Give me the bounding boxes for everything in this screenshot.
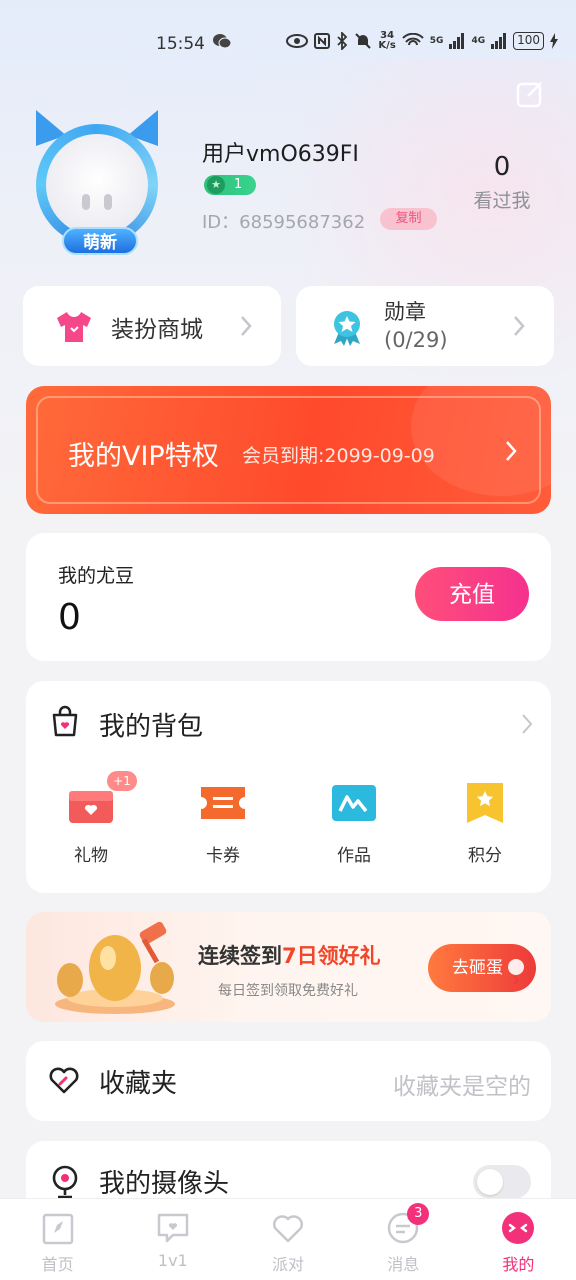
- avatar-eye: [104, 194, 112, 210]
- smash-egg-button[interactable]: 去砸蛋: [428, 944, 536, 992]
- backpack-item-coupon[interactable]: 卡券: [178, 781, 268, 866]
- favorites-empty-text: 收藏夹是空的: [393, 1074, 531, 1100]
- signin-subtitle: 每日签到领取免费好礼: [218, 983, 358, 999]
- me-face-icon: [500, 1211, 536, 1245]
- wifi-icon: [402, 33, 424, 46]
- recharge-button[interactable]: 充值: [415, 567, 529, 621]
- chat-heart-icon: [155, 1211, 191, 1245]
- backpack-item-points[interactable]: 积分: [440, 781, 530, 866]
- tab-label: 派对: [272, 1255, 305, 1274]
- chevron-right-icon: [241, 316, 252, 336]
- backpack-item-label: 积分: [468, 846, 502, 866]
- bottom-tab-bar: 首页 1v1 派对 3 消息 我的: [0, 1198, 576, 1280]
- camera-icon: [52, 1165, 78, 1199]
- gift-count-badge: +1: [107, 771, 137, 791]
- tab-home[interactable]: 首页: [0, 1199, 115, 1280]
- tab-party[interactable]: 派对: [230, 1199, 345, 1280]
- camera-title: 我的摄像头: [99, 1169, 230, 1199]
- tab-1v1[interactable]: 1v1: [115, 1199, 230, 1280]
- favorites-row[interactable]: 收藏夹 收藏夹是空的: [26, 1041, 551, 1121]
- medal-progress: (0/29): [384, 328, 448, 352]
- tab-label: 1v1: [157, 1251, 188, 1270]
- visitors-label: 看过我: [473, 190, 531, 212]
- message-bubble-icon: 3: [385, 1203, 430, 1245]
- medal-icon: [334, 311, 360, 346]
- edit-profile-icon[interactable]: [516, 80, 544, 108]
- battery-indicator: 100: [513, 32, 544, 50]
- username: 用户vmO639FI: [202, 142, 359, 167]
- heart-icon: [49, 1067, 79, 1094]
- status-icons: 34 K/s 5G 4G 100: [286, 31, 558, 51]
- tab-label: 首页: [41, 1255, 74, 1274]
- coins-card: 我的尤豆 0 充值: [26, 533, 551, 661]
- unread-badge: 3: [407, 1203, 430, 1225]
- level-star-icon: ★: [207, 176, 225, 194]
- level-badge: ★ 1: [204, 175, 256, 195]
- signal-bars-icon: [449, 33, 465, 49]
- bluetooth-icon: [337, 32, 348, 50]
- signal-bars-icon: [491, 33, 507, 49]
- copy-id-button[interactable]: 复制: [380, 208, 437, 230]
- signin-title: 连续签到7日领好礼: [198, 944, 381, 968]
- backpack-item-label: 卡券: [206, 846, 240, 866]
- vip-title: 我的VIP特权: [68, 441, 219, 472]
- avatar-newbie-badge: 萌新: [62, 227, 138, 255]
- medal-card[interactable]: 勋章 (0/29): [296, 286, 554, 366]
- user-id: ID：68595687362: [202, 212, 366, 233]
- vip-expire-date: 会员到期:2099-09-09: [242, 445, 435, 467]
- coins-balance: 0: [58, 597, 81, 638]
- camera-toggle[interactable]: [473, 1165, 531, 1199]
- avatar-eye: [82, 194, 90, 210]
- eye-icon: [286, 34, 309, 48]
- charging-icon: [550, 33, 558, 49]
- home-compass-icon: [40, 1211, 76, 1245]
- backpack-item-label: 礼物: [74, 846, 108, 866]
- mute-bell-icon: [355, 33, 372, 49]
- works-icon: [330, 781, 378, 825]
- status-time: 15:54: [156, 34, 205, 54]
- gift-icon: +1: [67, 771, 137, 825]
- favorites-title: 收藏夹: [99, 1069, 178, 1099]
- backpack-card: 我的背包 +1 礼物 卡券 作品 积分: [26, 681, 551, 893]
- avatar[interactable]: 萌新: [32, 110, 162, 260]
- net-speed: 34 K/s: [378, 30, 396, 51]
- vip-privilege-banner[interactable]: 我的VIP特权 会员到期:2099-09-09: [26, 386, 551, 514]
- backpack-item-works[interactable]: 作品: [309, 781, 399, 866]
- nfc-icon: [314, 33, 331, 49]
- toggle-knob: [477, 1169, 503, 1195]
- medal-text: 勋章 (0/29): [384, 298, 448, 354]
- status-bar: 15:54 34 K/s 5G 4G 100: [0, 28, 576, 58]
- backpack-item-gift[interactable]: +1 礼物: [46, 771, 137, 866]
- tab-me[interactable]: 我的: [461, 1199, 576, 1280]
- visitors-count: 0: [493, 152, 511, 182]
- signal-5g: 5G: [429, 36, 444, 46]
- golden-egg-illustration: [55, 921, 175, 1014]
- coins-label: 我的尤豆: [58, 565, 135, 587]
- backpack-title: 我的背包: [99, 712, 204, 742]
- dressup-shop-card[interactable]: 装扮商城: [23, 286, 281, 366]
- coupon-icon: [199, 781, 247, 825]
- chevron-right-icon[interactable]: [521, 713, 533, 735]
- chevron-right-icon: [508, 959, 524, 985]
- avatar-image: [46, 134, 148, 236]
- dressup-shop-label: 装扮商城: [111, 317, 203, 343]
- chevron-right-icon: [506, 441, 517, 461]
- daily-signin-banner[interactable]: 连续签到7日领好礼 每日签到领取免费好礼 去砸蛋: [26, 912, 551, 1022]
- chevron-right-icon: [514, 316, 525, 336]
- signal-4g: 4G: [471, 36, 486, 46]
- tab-label: 消息: [387, 1255, 420, 1274]
- tab-label: 我的: [502, 1255, 535, 1274]
- backpack-item-label: 作品: [337, 846, 371, 866]
- visitors-stat[interactable]: 0 看过我: [462, 152, 542, 213]
- shopping-bag-icon: [52, 705, 78, 737]
- wechat-icon: [213, 34, 232, 49]
- heart-outline-icon: [270, 1211, 306, 1245]
- tab-messages[interactable]: 3 消息: [346, 1199, 461, 1280]
- tshirt-icon: [57, 312, 91, 342]
- points-icon: [461, 781, 509, 825]
- medal-label: 勋章: [384, 300, 426, 324]
